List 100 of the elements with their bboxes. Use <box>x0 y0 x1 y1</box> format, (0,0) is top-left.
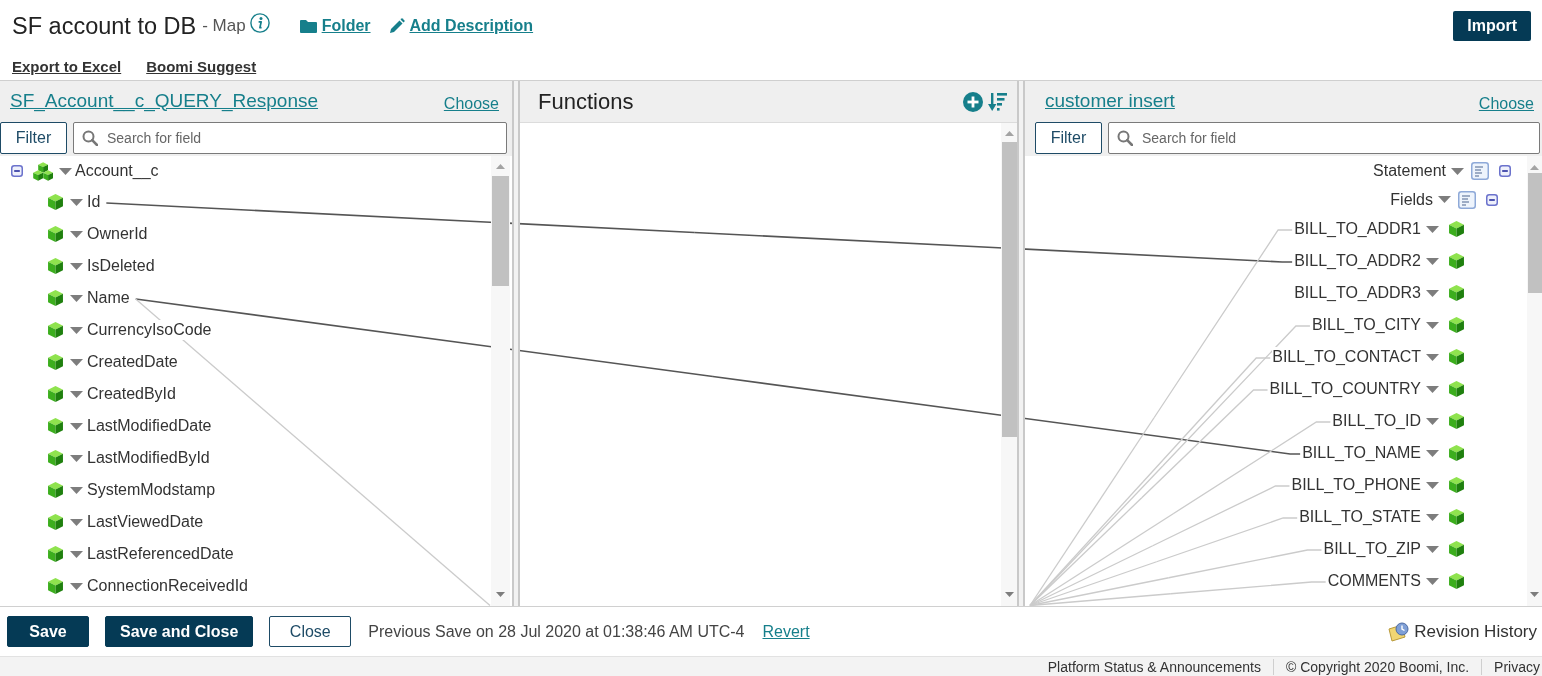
caret-icon[interactable] <box>70 326 83 334</box>
cube-icon <box>1449 413 1464 429</box>
caret-icon[interactable] <box>59 167 72 175</box>
caret-icon[interactable] <box>1426 289 1439 297</box>
field-label[interactable]: SystemModstamp <box>87 480 216 500</box>
scrollbar[interactable] <box>491 156 510 606</box>
choose-link[interactable]: Choose <box>1478 95 1534 113</box>
scrollbar[interactable] <box>1001 123 1017 606</box>
caret-icon[interactable] <box>1426 449 1439 457</box>
field-label[interactable]: LastModifiedById <box>87 448 210 468</box>
caret-icon[interactable] <box>1426 545 1439 553</box>
field-label[interactable]: BILL_TO_ADDR1 <box>1294 219 1421 239</box>
cube-icon <box>1449 573 1464 589</box>
caret-icon[interactable] <box>70 454 83 462</box>
import-button[interactable]: Import <box>1453 11 1531 41</box>
cube-icon <box>1449 445 1464 461</box>
caret-icon[interactable] <box>1426 513 1439 521</box>
field-label[interactable]: BILL_TO_ID <box>1332 411 1421 431</box>
field-label[interactable]: BILL_TO_COUNTRY <box>1269 379 1421 399</box>
scroll-down-icon[interactable] <box>496 592 505 597</box>
field-label[interactable]: CreatedById <box>87 384 176 404</box>
primary-button[interactable]: Save and Close <box>105 616 254 647</box>
cube-icon <box>48 482 63 498</box>
footer-link[interactable]: Privacy <box>1494 658 1540 675</box>
caret-icon[interactable] <box>70 390 83 398</box>
revision-history-link[interactable]: Revision History <box>1414 621 1537 642</box>
scroll-up-icon[interactable] <box>496 164 505 169</box>
cube-icon <box>48 258 63 274</box>
profile-link[interactable]: SF_Account__c_QUERY_Response <box>10 89 319 112</box>
cube-icon <box>1449 349 1464 365</box>
cube-icon <box>48 322 63 338</box>
search-field[interactable]: Search for field <box>1108 122 1540 154</box>
object-label[interactable]: Account__c <box>75 161 159 181</box>
secondary-button[interactable]: Close <box>269 616 352 647</box>
revert-link[interactable]: Revert <box>762 622 810 641</box>
footer-link[interactable]: © Copyright 2020 Boomi, Inc. <box>1286 658 1470 675</box>
toolbar-link[interactable]: Boomi Suggest <box>146 57 257 75</box>
field-label[interactable]: BILL_TO_ADDR3 <box>1294 283 1421 303</box>
field-label[interactable]: CurrencyIsoCode <box>87 320 212 340</box>
filter-button[interactable]: Filter <box>1035 122 1102 154</box>
page-title: SF account to DB <box>12 12 197 40</box>
caret-icon[interactable] <box>1451 167 1464 175</box>
field-label[interactable]: BILL_TO_NAME <box>1302 443 1421 463</box>
scrollbar-thumb[interactable] <box>492 176 509 286</box>
info-icon[interactable] <box>249 13 270 33</box>
caret-icon[interactable] <box>1426 417 1439 425</box>
caret-icon[interactable] <box>1426 481 1439 489</box>
search-icon <box>82 130 98 146</box>
scrollbar-thumb[interactable] <box>1527 173 1542 293</box>
caret-icon[interactable] <box>1426 321 1439 329</box>
caret-icon[interactable] <box>1426 257 1439 265</box>
cube-icon <box>1449 381 1464 397</box>
caret-icon[interactable] <box>1426 385 1439 393</box>
field-label[interactable]: BILL_TO_CONTACT <box>1272 347 1421 367</box>
collapse-icon[interactable] <box>1486 193 1498 206</box>
caret-icon[interactable] <box>70 486 83 494</box>
caret-icon[interactable] <box>1426 353 1439 361</box>
scroll-up-icon[interactable] <box>1530 165 1539 170</box>
caret-icon[interactable] <box>70 294 83 302</box>
caret-icon[interactable] <box>70 582 83 590</box>
add-icon[interactable] <box>963 91 983 112</box>
caret-icon[interactable] <box>70 550 83 558</box>
toolbar-link[interactable]: Export to Excel <box>12 57 122 75</box>
history-icon[interactable] <box>1388 621 1411 642</box>
caret-icon[interactable] <box>70 198 83 206</box>
profile-link[interactable]: customer insert <box>1045 89 1175 112</box>
document-icon[interactable] <box>1458 190 1476 209</box>
field-label[interactable]: BILL_TO_ZIP <box>1323 539 1421 559</box>
document-icon[interactable] <box>1471 162 1489 180</box>
cube-icon <box>48 578 63 594</box>
folder-link[interactable]: Folder <box>299 17 371 35</box>
scrollbar-thumb[interactable] <box>1001 142 1017 437</box>
field-label[interactable]: BILL_TO_STATE <box>1299 507 1421 527</box>
caret-icon[interactable] <box>1426 225 1439 233</box>
field-label[interactable]: BILL_TO_CITY <box>1311 315 1421 335</box>
collapse-icon[interactable] <box>11 165 23 177</box>
caret-icon[interactable] <box>70 358 83 366</box>
scroll-down-icon[interactable] <box>1004 592 1014 597</box>
filter-button[interactable]: Filter <box>0 122 67 154</box>
footer-link[interactable]: Platform Status & Announcements <box>1047 658 1261 675</box>
scroll-up-icon[interactable] <box>1004 131 1014 136</box>
search-icon <box>1117 130 1133 146</box>
caret-icon[interactable] <box>70 230 83 238</box>
field-label[interactable]: BILL_TO_PHONE <box>1291 475 1421 495</box>
caret-icon[interactable] <box>1426 577 1439 585</box>
primary-button[interactable]: Save <box>7 616 89 647</box>
sort-icon[interactable] <box>988 91 1007 112</box>
choose-link[interactable]: Choose <box>443 95 499 113</box>
search-field[interactable]: Search for field <box>73 122 507 154</box>
type-label: - Map <box>202 16 246 36</box>
scrollbar[interactable] <box>1527 156 1542 606</box>
caret-icon[interactable] <box>70 518 83 526</box>
field-label[interactable]: BILL_TO_ADDR2 <box>1294 251 1421 271</box>
caret-icon[interactable] <box>1438 196 1451 203</box>
caret-icon[interactable] <box>70 262 83 270</box>
collapse-icon[interactable] <box>1499 165 1511 177</box>
caret-icon[interactable] <box>70 422 83 430</box>
cube-icon <box>1449 541 1464 557</box>
add-description-link[interactable]: Add Description <box>388 17 534 35</box>
scroll-down-icon[interactable] <box>1530 592 1539 597</box>
